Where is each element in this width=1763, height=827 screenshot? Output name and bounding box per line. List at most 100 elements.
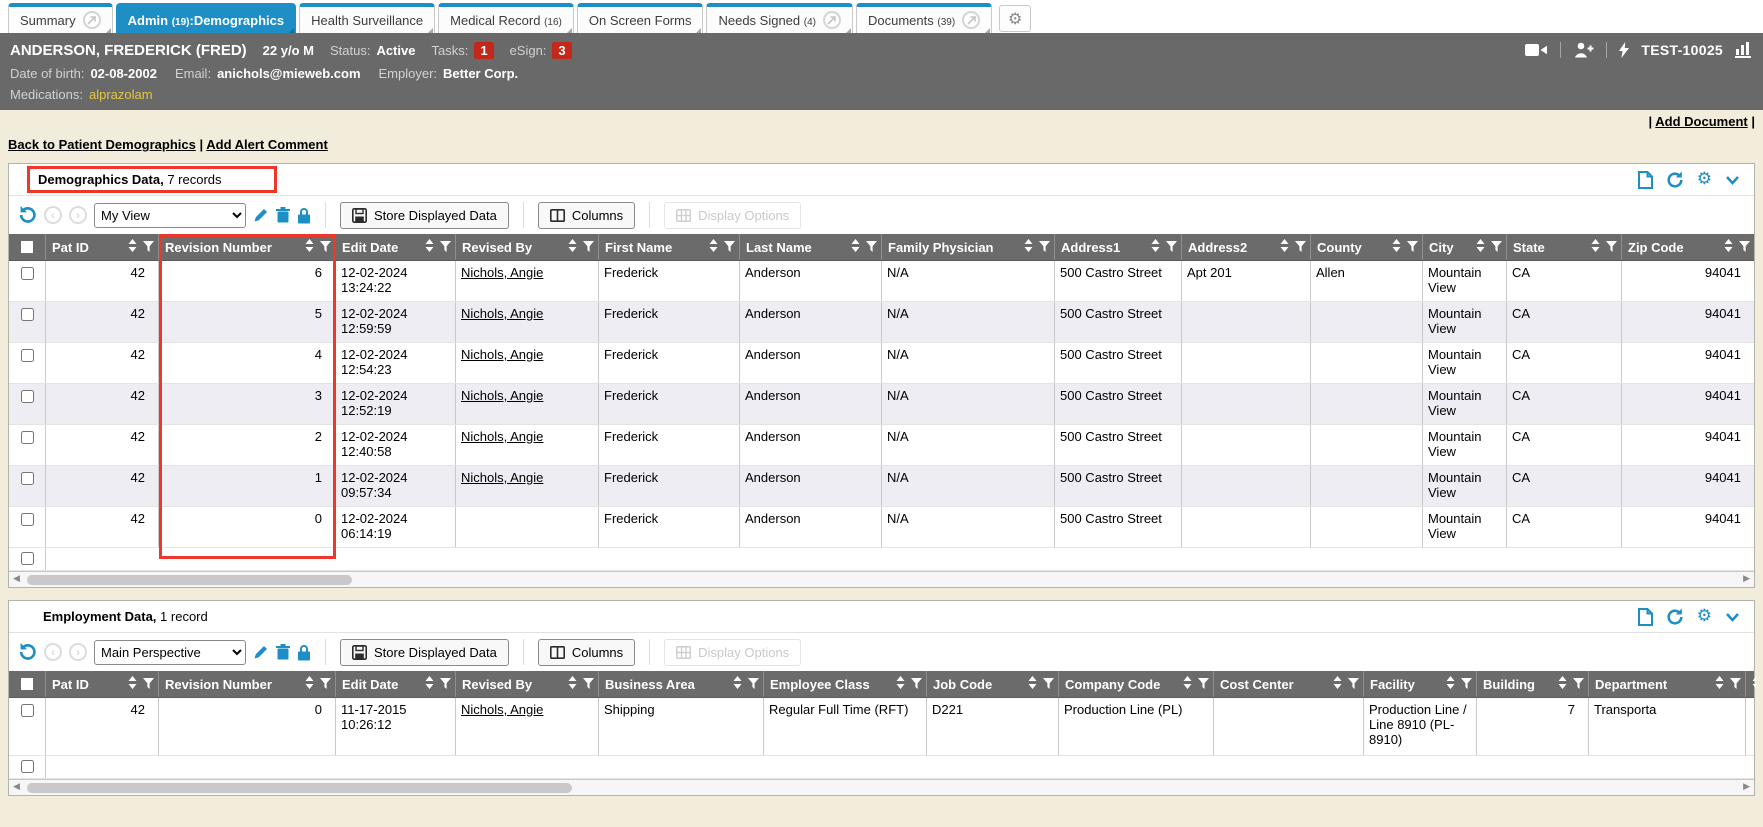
lock-icon[interactable] [297, 207, 311, 224]
filter-icon[interactable] [1043, 677, 1054, 692]
filter-icon[interactable] [583, 677, 594, 692]
column-header-city[interactable]: City [1423, 234, 1507, 260]
column-header-company-code[interactable]: Company Code [1059, 671, 1214, 697]
tab-summary[interactable]: Summary [8, 3, 113, 33]
scroll-right-arrow[interactable]: ▶ [1743, 783, 1750, 792]
row-checkbox[interactable] [21, 513, 34, 526]
select-all-checkbox[interactable] [21, 678, 33, 690]
add-user-icon[interactable] [1573, 42, 1594, 58]
row-checkbox[interactable] [21, 267, 34, 280]
columns-button[interactable]: Columns [538, 639, 635, 666]
column-header-facility[interactable]: Facility [1364, 671, 1477, 697]
undo-icon[interactable] [17, 642, 37, 662]
select-all-checkbox[interactable] [21, 241, 33, 253]
add-alert-comment-link[interactable]: Add Alert Comment [206, 137, 328, 152]
row-checkbox[interactable] [21, 390, 34, 403]
collapse-chevron-icon[interactable] [1725, 612, 1740, 622]
column-header-zip-code[interactable]: Zip Code [1622, 234, 1754, 260]
filter-icon[interactable] [1739, 240, 1750, 255]
filter-icon[interactable] [1039, 240, 1050, 255]
sort-icon[interactable] [1151, 239, 1160, 255]
bolt-icon[interactable] [1619, 42, 1629, 58]
tab-settings-gear-icon[interactable]: ⚙ [999, 5, 1031, 32]
sort-icon[interactable] [1752, 676, 1756, 692]
filter-icon[interactable] [1491, 240, 1502, 255]
undo-icon[interactable] [17, 205, 37, 225]
column-header-pat-id[interactable]: Pat ID [46, 671, 159, 697]
delete-trash-icon[interactable] [276, 644, 290, 660]
tab-documents-39[interactable]: Documents (39) [856, 3, 992, 33]
filter-icon[interactable] [1348, 677, 1359, 692]
columns-button[interactable]: Columns [538, 202, 635, 229]
sort-icon[interactable] [1558, 676, 1567, 692]
column-header-family-physician[interactable]: Family Physician [882, 234, 1055, 260]
add-document-link[interactable]: Add Document [1655, 114, 1747, 129]
sort-icon[interactable] [305, 676, 314, 692]
tasks-badge[interactable]: 1 [474, 42, 493, 59]
medications-value[interactable]: alprazolam [89, 87, 153, 102]
column-header-revision-number[interactable]: Revision Number [159, 234, 336, 260]
tab-medical-record-16[interactable]: Medical Record (16) [438, 3, 574, 33]
sort-icon[interactable] [305, 239, 314, 255]
filter-icon[interactable] [748, 677, 759, 692]
collapse-chevron-icon[interactable] [1725, 175, 1740, 185]
filter-icon[interactable] [1198, 677, 1209, 692]
sort-icon[interactable] [1028, 676, 1037, 692]
row-checkbox[interactable] [21, 472, 34, 485]
column-header-address2[interactable]: Address2 [1182, 234, 1311, 260]
filter-icon[interactable] [1407, 240, 1418, 255]
revised-by-link[interactable]: Nichols, Angie [461, 470, 543, 485]
row-checkbox[interactable] [21, 349, 34, 362]
sort-icon[interactable] [709, 239, 718, 255]
filter-icon[interactable] [724, 240, 735, 255]
tab-health-surveillance[interactable]: Health Surveillance [299, 3, 435, 33]
sort-icon[interactable] [1446, 676, 1455, 692]
sort-icon[interactable] [1183, 676, 1192, 692]
tab-admin-19-demographics[interactable]: Admin (19):Demographics [116, 3, 297, 33]
column-header-building[interactable]: Building [1477, 671, 1589, 697]
sort-icon[interactable] [425, 239, 434, 255]
column-header-revised-by[interactable]: Revised By [456, 671, 599, 697]
delete-trash-icon[interactable] [276, 207, 290, 223]
sort-icon[interactable] [896, 676, 905, 692]
revised-by-link[interactable]: Nichols, Angie [461, 347, 543, 362]
filter-icon[interactable] [911, 677, 922, 692]
sort-icon[interactable] [733, 676, 742, 692]
tab-on-screen-forms[interactable]: On Screen Forms [577, 3, 704, 33]
filter-icon[interactable] [1730, 677, 1741, 692]
back-to-demographics-link[interactable]: Back to Patient Demographics [8, 137, 196, 152]
sort-icon[interactable] [1715, 676, 1724, 692]
horizontal-scrollbar[interactable]: ◀ ▶ [9, 571, 1754, 587]
store-displayed-data-button[interactable]: Store Displayed Data [340, 639, 509, 666]
lock-icon[interactable] [297, 644, 311, 661]
view-select[interactable]: Main Perspective [94, 640, 246, 665]
sort-icon[interactable] [425, 676, 434, 692]
filter-icon[interactable] [1573, 677, 1584, 692]
column-header-revision-number[interactable]: Revision Number [159, 671, 336, 697]
panel-settings-gear-icon[interactable]: ⚙ [1697, 608, 1712, 625]
prev-view-button[interactable]: ‹ [44, 643, 62, 661]
edit-pencil-icon[interactable] [253, 644, 269, 660]
sort-icon[interactable] [568, 676, 577, 692]
revised-by-link[interactable]: Nichols, Angie [461, 388, 543, 403]
sort-icon[interactable] [851, 239, 860, 255]
next-view-button[interactable]: › [69, 206, 87, 224]
column-header-revised-by[interactable]: Revised By [456, 234, 599, 260]
column-header-state[interactable]: State [1507, 234, 1622, 260]
esign-badge[interactable]: 3 [552, 42, 571, 59]
filter-icon[interactable] [143, 677, 154, 692]
column-header-county[interactable]: County [1311, 234, 1423, 260]
filter-icon[interactable] [1606, 240, 1617, 255]
sort-icon[interactable] [1476, 239, 1485, 255]
store-displayed-data-button[interactable]: Store Displayed Data [340, 202, 509, 229]
sort-icon[interactable] [1024, 239, 1033, 255]
sort-icon[interactable] [128, 239, 137, 255]
revised-by-link[interactable]: Nichols, Angie [461, 265, 543, 280]
revised-by-link[interactable]: Nichols, Angie [461, 306, 543, 321]
sort-icon[interactable] [1280, 239, 1289, 255]
column-header-edit-date[interactable]: Edit Date [336, 671, 456, 697]
filter-icon[interactable] [866, 240, 877, 255]
filter-icon[interactable] [143, 240, 154, 255]
row-checkbox[interactable] [21, 552, 34, 565]
column-header-pat-id[interactable]: Pat ID [46, 234, 159, 260]
